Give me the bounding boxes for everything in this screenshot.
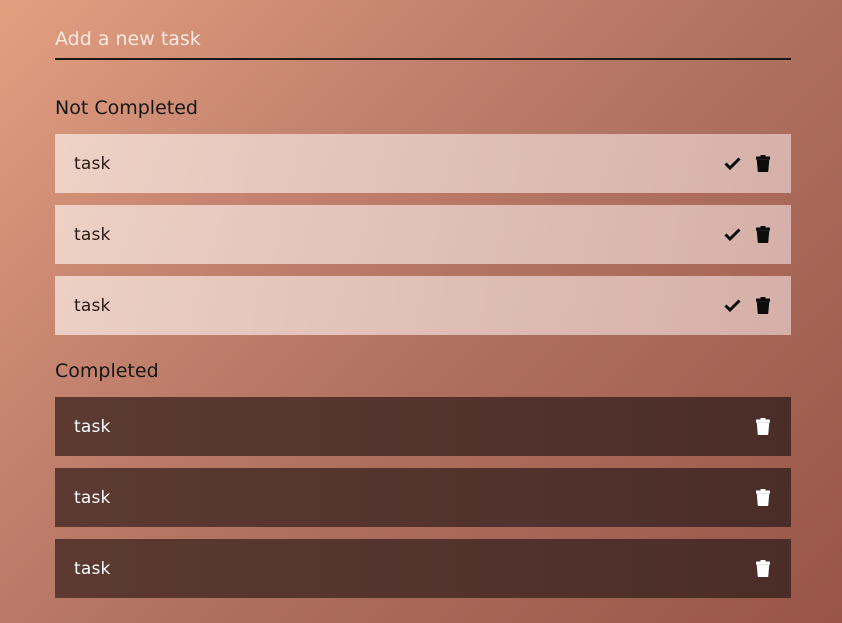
delete-button[interactable]: [754, 297, 772, 315]
trash-icon: [756, 155, 770, 172]
task-text: task: [74, 295, 111, 316]
not-completed-heading: Not Completed: [55, 97, 198, 119]
task-text: task: [74, 224, 111, 245]
trash-icon: [756, 560, 770, 577]
task-text: task: [74, 487, 111, 508]
not-completed-list: task task task: [55, 134, 791, 335]
trash-icon: [756, 489, 770, 506]
trash-icon: [756, 418, 770, 435]
complete-button[interactable]: [723, 226, 741, 244]
task-actions: [754, 489, 772, 507]
task-text: task: [74, 558, 111, 579]
task-actions: [754, 560, 772, 578]
delete-button[interactable]: [754, 226, 772, 244]
trash-icon: [756, 297, 770, 314]
completed-heading: Completed: [55, 360, 159, 382]
complete-button[interactable]: [723, 297, 741, 315]
new-task-input-wrapper: [55, 0, 791, 60]
check-icon: [723, 299, 741, 312]
task-actions: [723, 226, 772, 244]
delete-button[interactable]: [754, 155, 772, 173]
todo-app: Not Completed task task: [55, 0, 791, 598]
new-task-input[interactable]: [55, 28, 791, 50]
delete-button[interactable]: [754, 489, 772, 507]
task-text: task: [74, 416, 111, 437]
trash-icon: [756, 226, 770, 243]
task-item: task: [55, 397, 791, 456]
task-text: task: [74, 153, 111, 174]
task-actions: [723, 155, 772, 173]
delete-button[interactable]: [754, 418, 772, 436]
check-icon: [723, 228, 741, 241]
task-item: task: [55, 468, 791, 527]
delete-button[interactable]: [754, 560, 772, 578]
complete-button[interactable]: [723, 155, 741, 173]
task-item: task: [55, 134, 791, 193]
task-item: task: [55, 205, 791, 264]
task-item: task: [55, 276, 791, 335]
check-icon: [723, 157, 741, 170]
completed-list: task task task: [55, 397, 791, 598]
task-actions: [754, 418, 772, 436]
task-item: task: [55, 539, 791, 598]
task-actions: [723, 297, 772, 315]
